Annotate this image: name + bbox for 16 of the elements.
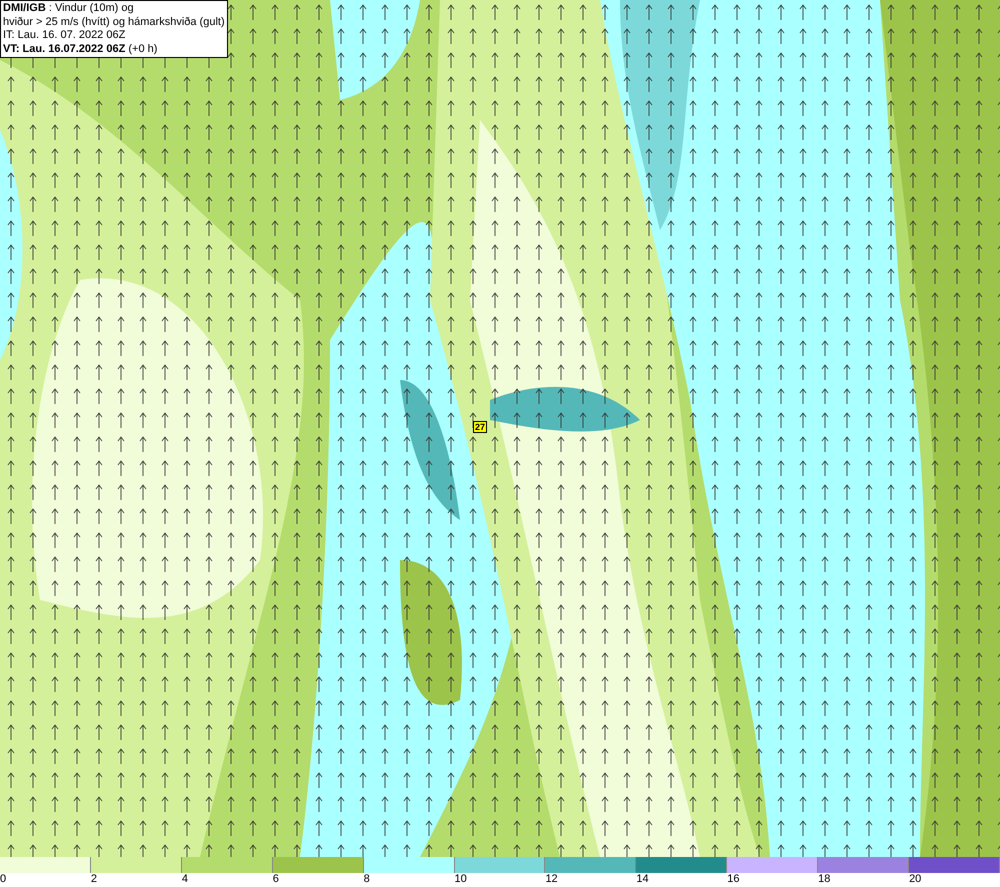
legend-label: 20 bbox=[909, 873, 922, 886]
legend-label: 14 bbox=[636, 873, 649, 886]
legend-label: 10 bbox=[454, 873, 467, 886]
legend-label: 2 bbox=[90, 873, 98, 886]
title-line: VT: Lau. 16.07.2022 06Z (+0 h) bbox=[3, 42, 158, 56]
title-line: DMI/IGB : Vindur (10m) og bbox=[3, 2, 135, 16]
legend-label: 0 bbox=[0, 873, 6, 886]
gust-label: 27 bbox=[473, 421, 488, 433]
title-line: IT: Lau. 16. 07. 2022 06Z bbox=[3, 29, 126, 42]
title-line: hviður > 25 m/s (hvítt) og hámarkshviða (gult) bbox=[3, 16, 225, 29]
legend-label: 12 bbox=[545, 873, 558, 886]
legend-label: 6 bbox=[272, 873, 279, 886]
legend-label: 4 bbox=[182, 873, 188, 886]
legend-label: 18 bbox=[818, 873, 830, 886]
legend-label: 16 bbox=[727, 873, 740, 886]
legend-label: 8 bbox=[364, 873, 370, 886]
